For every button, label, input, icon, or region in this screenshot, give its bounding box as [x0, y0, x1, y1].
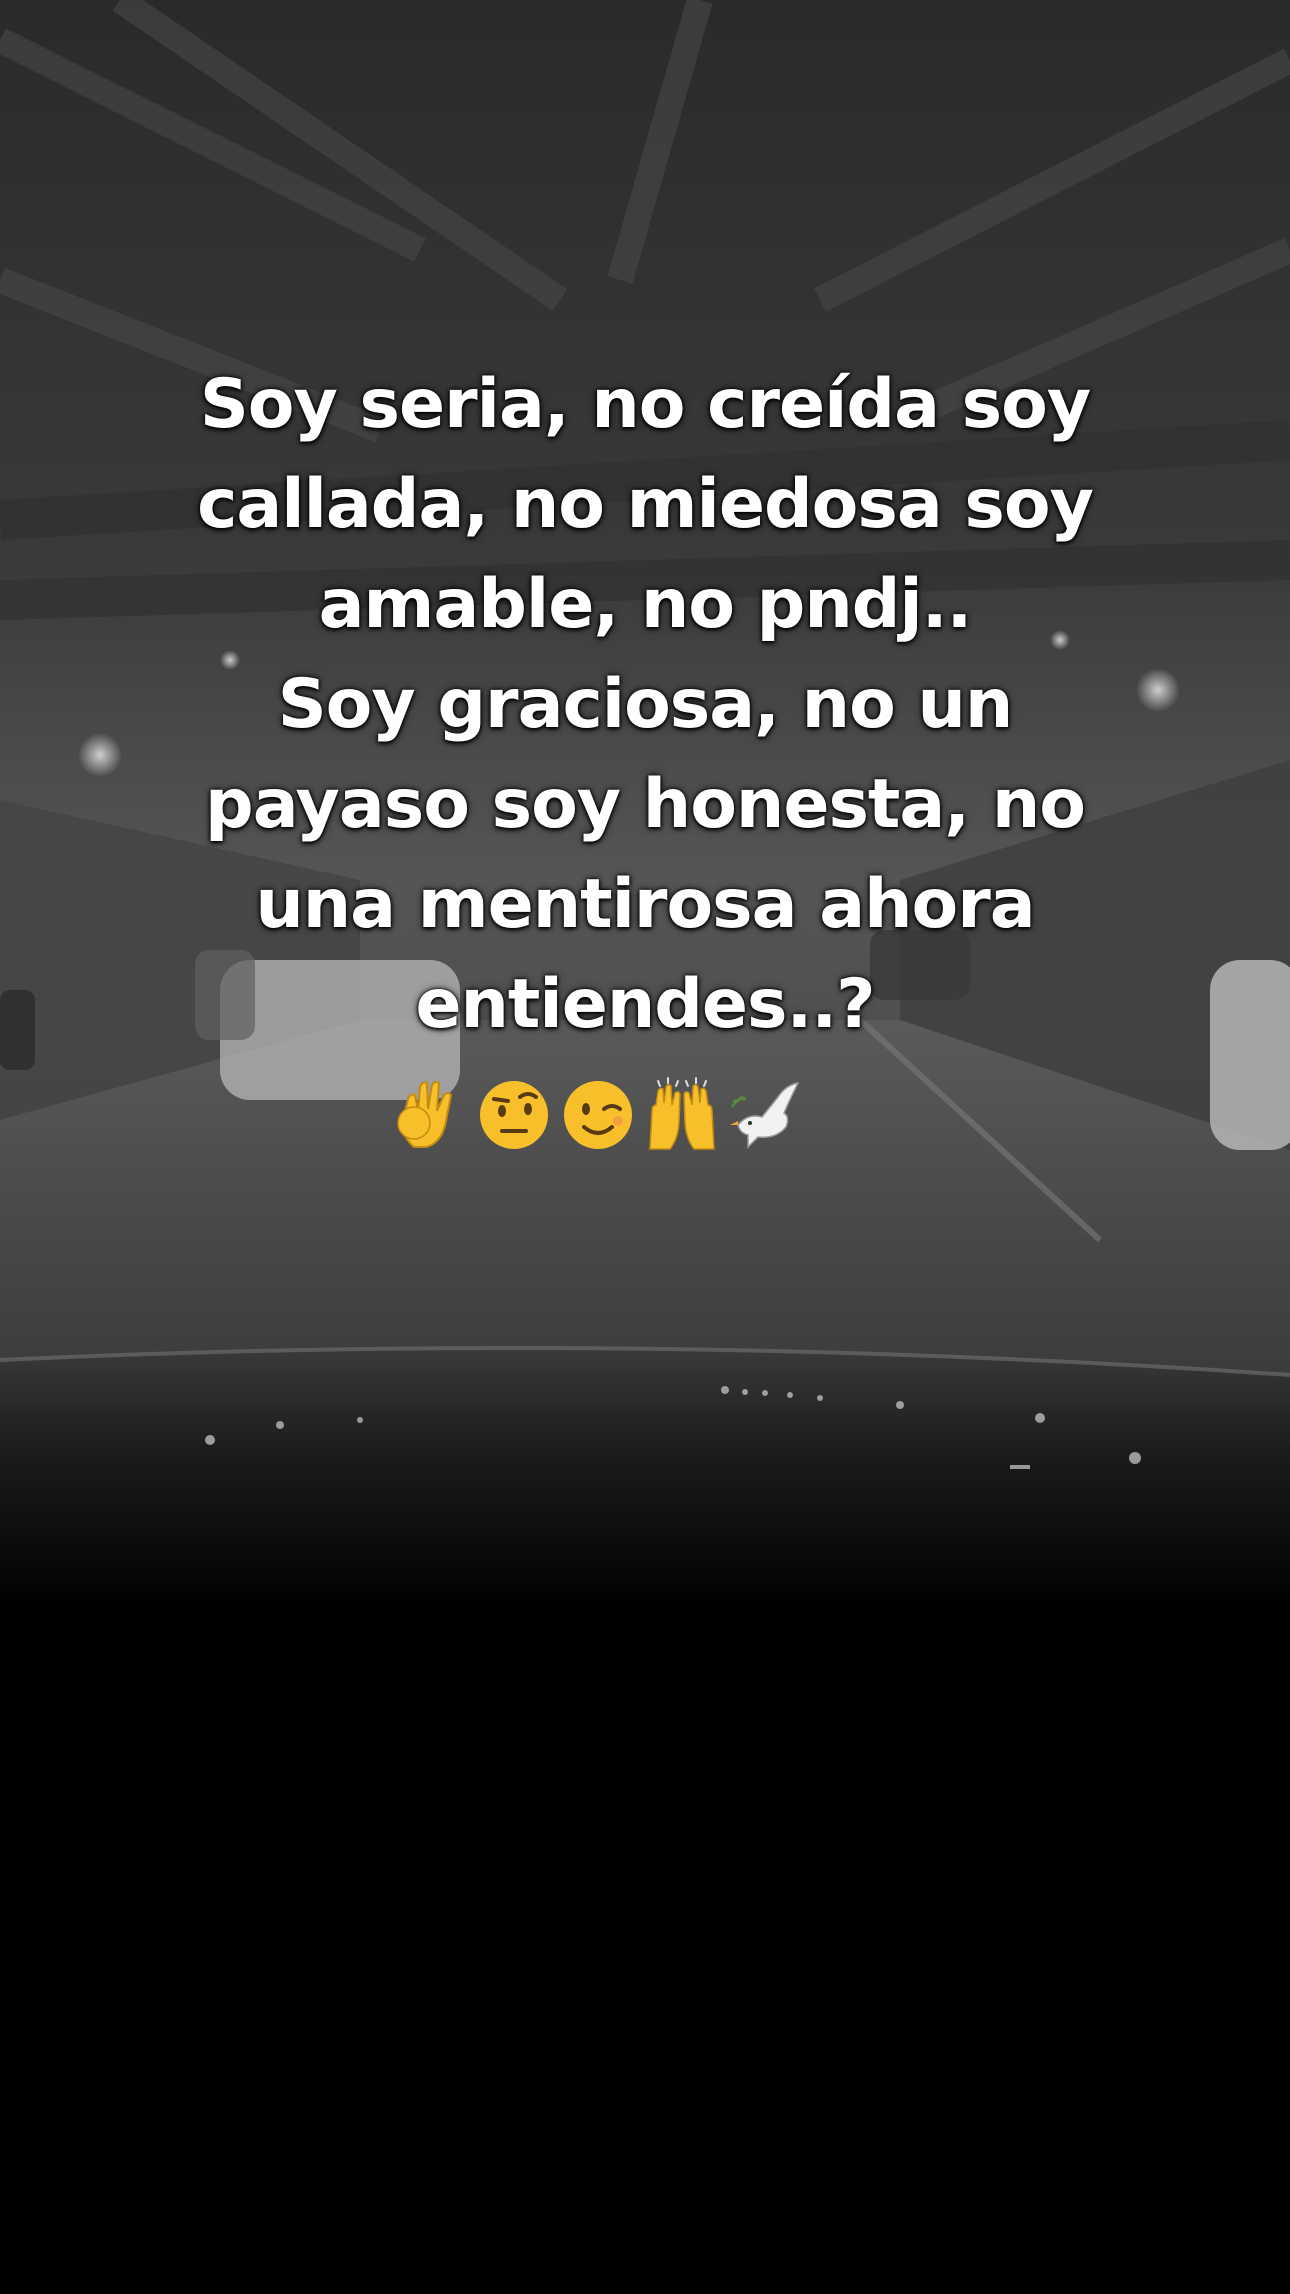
caption-line: Soy seria, no creída soy	[199, 365, 1091, 444]
caption-line: una mentirosa ahora	[255, 865, 1035, 944]
caption-text: Soy seria, no creída soy callada, no mie…	[60, 355, 1230, 1055]
ok-hand-icon	[392, 1077, 468, 1153]
caption-line: callada, no miedosa soy	[197, 465, 1094, 544]
winking-face-icon	[560, 1077, 636, 1153]
emoji-row	[392, 1072, 812, 1158]
caption-line: Soy graciosa, no un	[277, 665, 1014, 744]
caption-line: payaso soy honesta, no	[205, 765, 1086, 844]
raised-eyebrow-face-icon	[476, 1077, 552, 1153]
video-frame: Soy seria, no creída soy callada, no mie…	[0, 0, 1290, 2294]
caption-line: amable, no pndj..	[318, 565, 973, 644]
dove-icon	[728, 1077, 804, 1153]
caption-line: entiendes..?	[415, 965, 875, 1044]
raising-hands-icon	[644, 1077, 720, 1153]
